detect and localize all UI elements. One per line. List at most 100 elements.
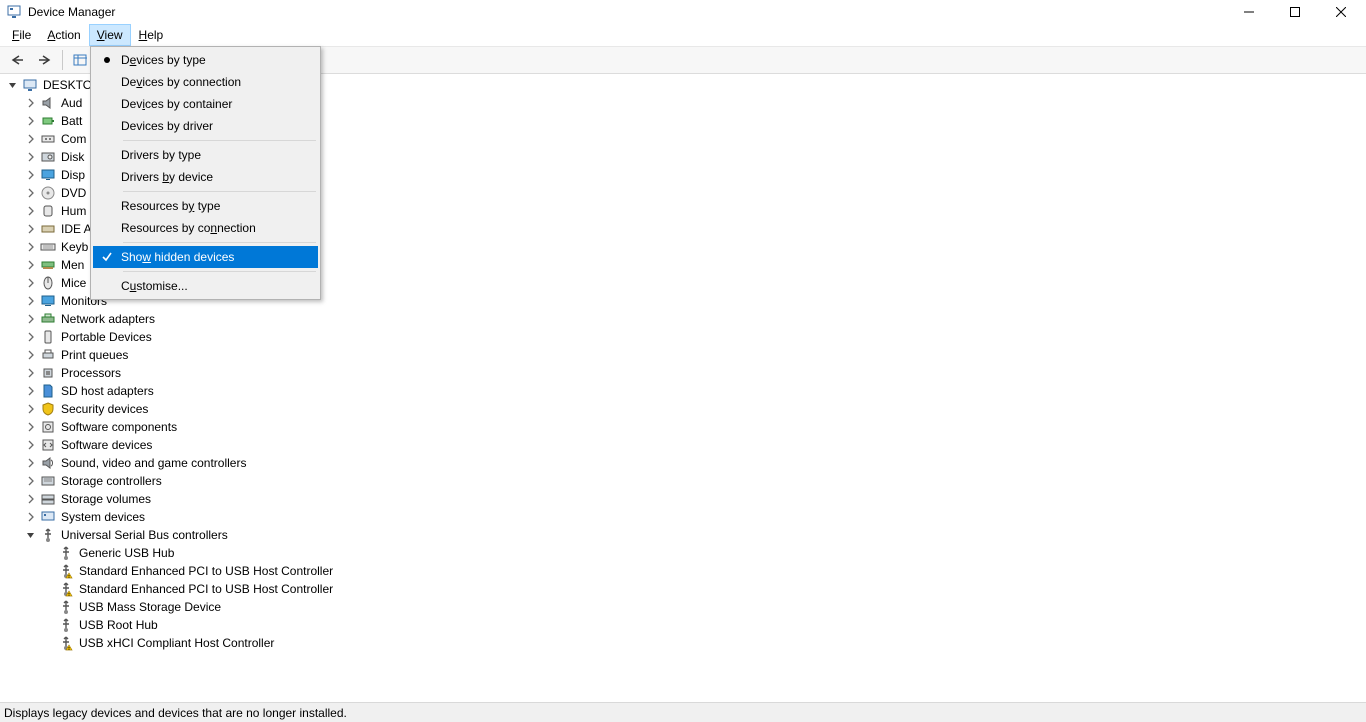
toolbar-separator [62,50,63,70]
status-bar: Displays legacy devices and devices that… [0,702,1366,722]
system-icon [40,509,56,525]
menu-bar: File Action View Help [0,24,1366,46]
dvd-icon [40,185,56,201]
menu-item-label: Show hidden devices [121,250,318,264]
expand-icon[interactable] [24,328,38,346]
tree-category[interactable]: SD host adapters [24,382,1366,400]
menu-separator [123,271,316,272]
expand-icon[interactable] [24,436,38,454]
menu-action[interactable]: Action [39,24,88,46]
tree-label: Universal Serial Bus controllers [60,528,229,542]
tree-device[interactable]: USB Mass Storage Device [42,598,1366,616]
processor-icon [40,365,56,381]
menu-separator [123,191,316,192]
expand-icon[interactable] [24,508,38,526]
menu-item-label: Devices by container [121,97,318,111]
tree-category[interactable]: Storage volumes [24,490,1366,508]
expand-icon[interactable] [24,166,38,184]
mouse-icon [40,275,56,291]
menu-item-devices-by-type[interactable]: Devices by type [93,49,318,71]
spacer [42,580,56,598]
tree-category[interactable]: Security devices [24,400,1366,418]
tree-label: Storage volumes [60,492,152,506]
expand-icon[interactable] [24,184,38,202]
tree-category[interactable]: Software components [24,418,1366,436]
port-icon [40,131,56,147]
tree-device[interactable]: USB Root Hub [42,616,1366,634]
tree-device[interactable]: Standard Enhanced PCI to USB Host Contro… [42,580,1366,598]
menu-item-resources-by-type[interactable]: Resources by type [93,195,318,217]
tree-device[interactable]: Standard Enhanced PCI to USB Host Contro… [42,562,1366,580]
expand-icon[interactable] [24,256,38,274]
network-icon [40,311,56,327]
expand-icon[interactable] [24,526,38,544]
tree-label: Processors [60,366,122,380]
tree-category[interactable]: Processors [24,364,1366,382]
tree-label: Com [60,132,87,146]
sd-icon [40,383,56,399]
expand-icon[interactable] [24,238,38,256]
usb-device-icon [58,635,74,651]
tree-category[interactable]: Software devices [24,436,1366,454]
expand-icon[interactable] [24,292,38,310]
tree-label: USB Mass Storage Device [78,600,222,614]
audio-icon [40,95,56,111]
menu-item-resources-by-connection[interactable]: Resources by connection [93,217,318,239]
menu-file[interactable]: File [4,24,39,46]
expand-icon[interactable] [24,94,38,112]
tree-label: Men [60,258,85,272]
tree-category[interactable]: System devices [24,508,1366,526]
menu-item-devices-by-driver[interactable]: Devices by driver [93,115,318,137]
tree-category[interactable]: Storage controllers [24,472,1366,490]
expand-icon[interactable] [24,274,38,292]
menu-item-customise[interactable]: Customise... [93,275,318,297]
expand-icon[interactable] [24,382,38,400]
expand-icon[interactable] [24,400,38,418]
expand-icon[interactable] [24,364,38,382]
tree-label: Network adapters [60,312,156,326]
tree-device[interactable]: USB xHCI Compliant Host Controller [42,634,1366,652]
close-button[interactable] [1318,0,1364,24]
printer-icon [40,347,56,363]
tree-category[interactable]: Sound, video and game controllers [24,454,1366,472]
maximize-button[interactable] [1272,0,1318,24]
tree-label: Hum [60,204,87,218]
expand-icon[interactable] [24,148,38,166]
forward-button[interactable] [32,48,58,72]
expand-icon[interactable] [24,202,38,220]
expand-icon[interactable] [24,454,38,472]
expand-icon[interactable] [24,418,38,436]
expand-icon[interactable] [24,472,38,490]
spacer [42,616,56,634]
back-button[interactable] [4,48,30,72]
tree-category-usb[interactable]: Universal Serial Bus controllers [24,526,1366,544]
tree-device[interactable]: Generic USB Hub [42,544,1366,562]
menu-item-show-hidden-devices[interactable]: Show hidden devices [93,246,318,268]
menu-item-drivers-by-type[interactable]: Drivers by type [93,144,318,166]
expand-icon[interactable] [24,220,38,238]
menu-item-devices-by-connection[interactable]: Devices by connection [93,71,318,93]
tree-category[interactable]: Print queues [24,346,1366,364]
expand-icon[interactable] [24,346,38,364]
tree-category[interactable]: Portable Devices [24,328,1366,346]
tree-label: Portable Devices [60,330,153,344]
tree-label: Batt [60,114,83,128]
menu-item-drivers-by-device[interactable]: Drivers by device [93,166,318,188]
display-icon [40,167,56,183]
menu-item-label: Customise... [121,279,318,293]
tree-category[interactable]: Network adapters [24,310,1366,328]
menu-item-devices-by-container[interactable]: Devices by container [93,93,318,115]
hid-icon [40,203,56,219]
expand-icon[interactable] [24,112,38,130]
expand-icon[interactable] [24,310,38,328]
expand-icon[interactable] [24,130,38,148]
minimize-button[interactable] [1226,0,1272,24]
tree-label: Sound, video and game controllers [60,456,247,470]
expand-icon[interactable] [24,490,38,508]
menu-item-label: Devices by connection [121,75,318,89]
expand-icon[interactable] [6,76,20,94]
tree-label: Mice [60,276,87,290]
tree-label: Aud [60,96,83,110]
menu-help[interactable]: Help [131,24,172,46]
menu-view[interactable]: View [89,24,131,46]
